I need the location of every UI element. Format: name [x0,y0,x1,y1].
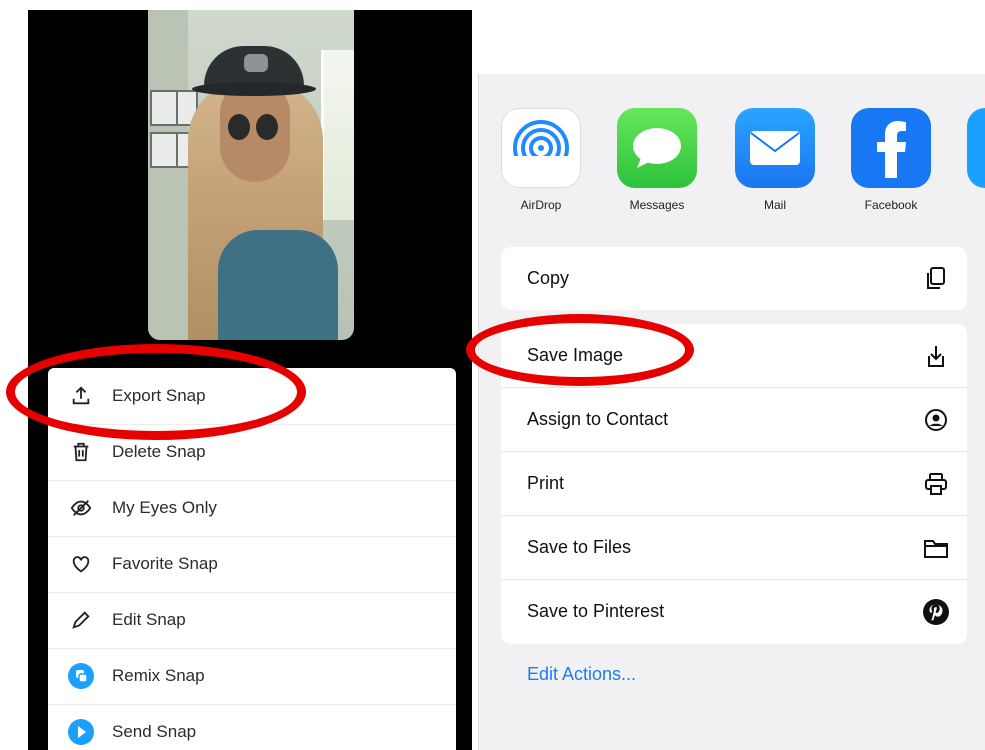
pencil-icon [66,605,96,635]
partial-app-icon [967,108,985,188]
snap-photo [148,10,354,340]
save-image-icon [923,343,949,369]
share-sheet: AirDrop Messages Mail Facebook Copy Save… [478,74,985,750]
airdrop-icon [501,108,581,188]
airdrop-label: AirDrop [520,198,562,212]
contact-icon [923,407,949,433]
share-app-row: AirDrop Messages Mail Facebook [479,108,985,218]
print-icon [923,471,949,497]
next-app-partial[interactable] [967,108,985,188]
send-icon [66,717,96,747]
print-row[interactable]: Print [501,452,967,516]
airdrop-app[interactable]: AirDrop [501,108,581,212]
edit-actions-link[interactable]: Edit Actions... [527,664,636,685]
save-pinterest-row[interactable]: Save to Pinterest [501,580,967,643]
facebook-icon [851,108,931,188]
mail-label: Mail [763,198,786,212]
copy-label: Copy [527,268,570,288]
remix-snap-item[interactable]: Remix Snap [48,648,456,705]
highlight-oval-save-image [466,314,694,386]
eye-slash-icon [66,493,96,523]
save-pinterest-label: Save to Pinterest [527,601,665,621]
copy-icon [923,266,949,292]
folder-icon [923,535,949,561]
remix-snap-label: Remix Snap [112,666,205,685]
remix-icon [66,661,96,691]
my-eyes-only-label: My Eyes Only [112,498,217,517]
send-snap-item[interactable]: Send Snap [48,704,456,750]
pinterest-icon [923,598,949,625]
messages-icon [617,108,697,188]
highlight-oval-export [6,344,306,440]
copy-group: Copy [501,247,967,310]
delete-snap-label: Delete Snap [112,442,206,461]
heart-icon [66,549,96,579]
trash-icon [66,437,96,467]
assign-contact-label: Assign to Contact [527,409,669,429]
facebook-label: Facebook [864,198,918,212]
copy-row[interactable]: Copy [501,247,967,310]
edit-snap-item[interactable]: Edit Snap [48,592,456,649]
messages-app[interactable]: Messages [617,108,697,212]
edit-snap-label: Edit Snap [112,610,186,629]
favorite-snap-item[interactable]: Favorite Snap [48,536,456,593]
save-files-row[interactable]: Save to Files [501,516,967,580]
send-snap-label: Send Snap [112,722,197,741]
favorite-snap-label: Favorite Snap [112,554,218,573]
mail-app[interactable]: Mail [735,108,815,212]
assign-contact-row[interactable]: Assign to Contact [501,388,967,452]
print-label: Print [527,473,565,493]
facebook-app[interactable]: Facebook [851,108,931,212]
my-eyes-only-item[interactable]: My Eyes Only [48,480,456,537]
save-files-label: Save to Files [527,537,632,557]
messages-label: Messages [629,198,685,212]
mail-icon [735,108,815,188]
